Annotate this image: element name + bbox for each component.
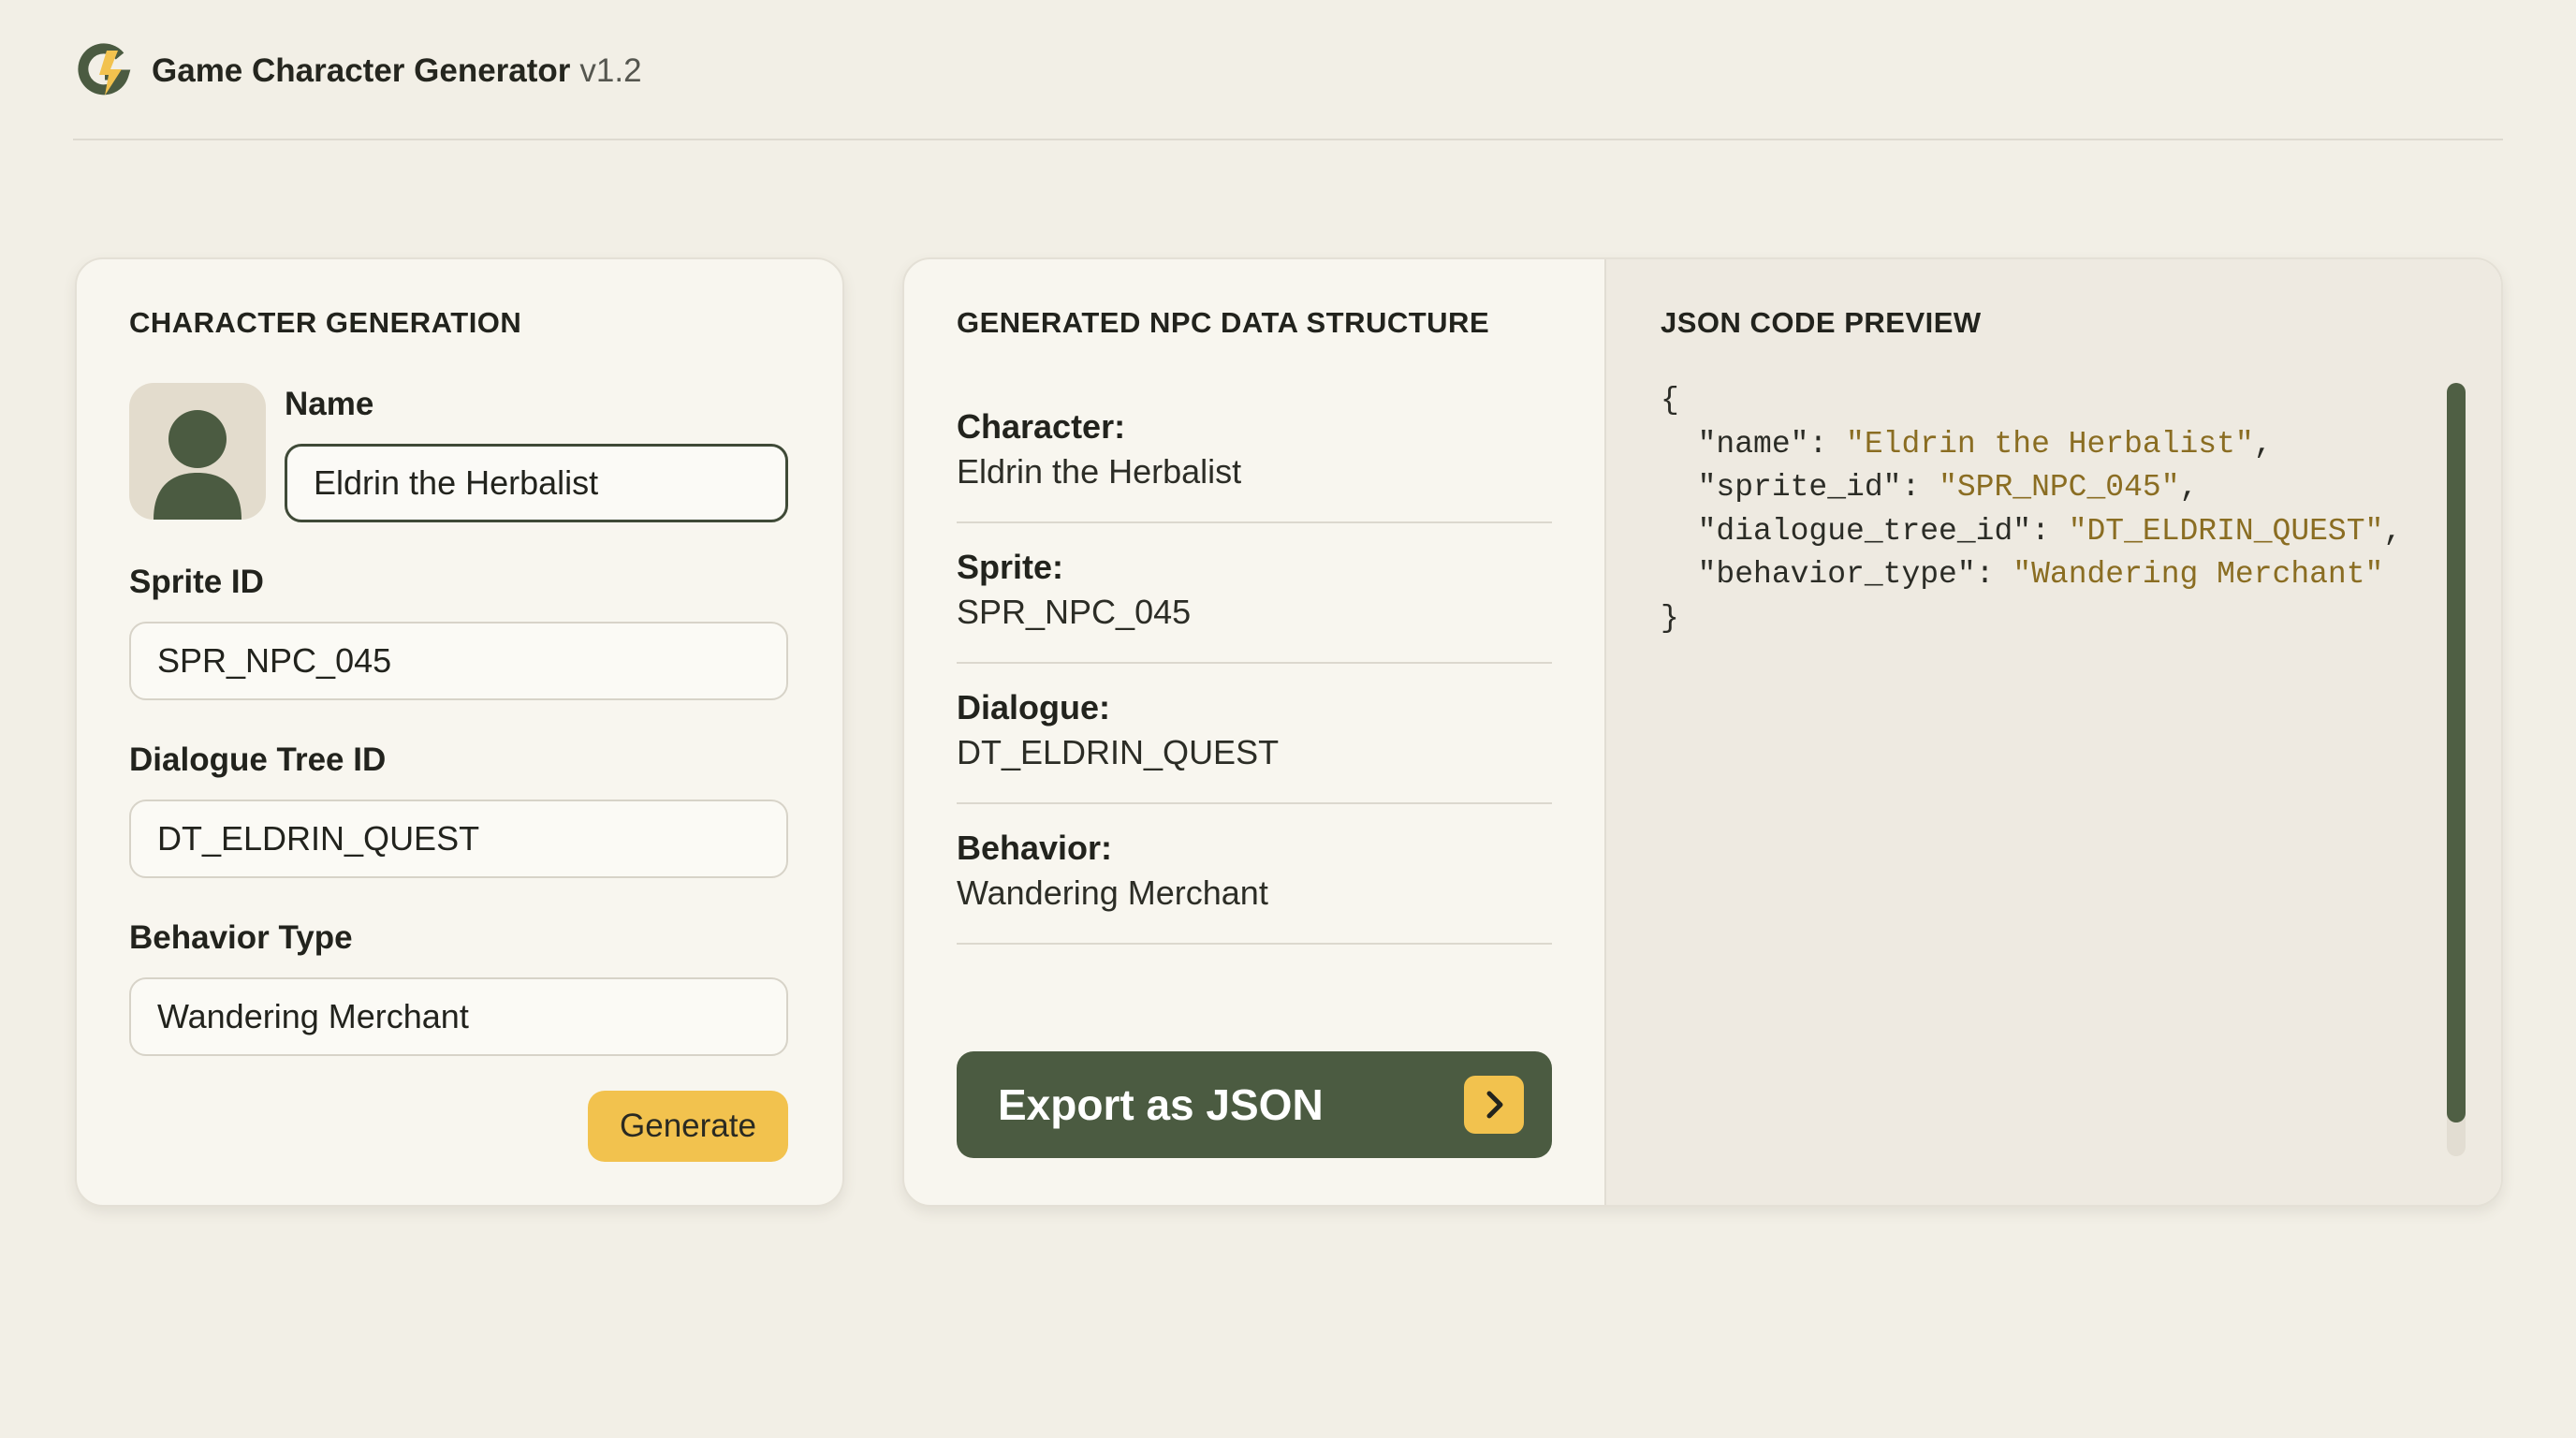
- section-title-json-preview: JSON CODE PREVIEW: [1661, 306, 1982, 339]
- code-scrollbar[interactable]: [2447, 383, 2466, 1156]
- g-logo-icon: [78, 43, 131, 95]
- behavior-type-input[interactable]: [129, 977, 788, 1056]
- export-json-button[interactable]: Export as JSON: [957, 1051, 1552, 1158]
- code-key: "dialogue_tree_id": [1697, 513, 2032, 549]
- npc-item-behavior: Behavior: Wandering Merchant: [957, 802, 1552, 945]
- npc-item-sprite: Sprite: SPR_NPC_045: [957, 521, 1552, 664]
- json-code-block: { "name": "Eldrin the Herbalist", "sprit…: [1661, 383, 2403, 636]
- npc-value: DT_ELDRIN_QUEST: [957, 733, 1280, 771]
- code-string: "SPR_NPC_045": [1939, 470, 2180, 505]
- app-title: Game Character Generator: [152, 52, 571, 89]
- name-label: Name: [285, 386, 374, 422]
- code-string: "Wandering Merchant": [2012, 557, 2384, 592]
- chevron-right-icon: [1464, 1076, 1524, 1134]
- npc-item-dialogue: Dialogue: DT_ELDRIN_QUEST: [957, 662, 1552, 804]
- sprite-id-label: Sprite ID: [129, 564, 264, 600]
- npc-key: Sprite:: [957, 548, 1064, 586]
- name-input[interactable]: [285, 444, 788, 522]
- npc-item-character: Character: Eldrin the Herbalist: [957, 381, 1552, 523]
- person-silhouette-icon: [154, 410, 242, 520]
- character-generation-panel: CHARACTER GENERATION Name Sprite ID Dial…: [75, 257, 844, 1207]
- section-title-character-generation: CHARACTER GENERATION: [129, 306, 522, 339]
- scrollbar-thumb[interactable]: [2447, 383, 2466, 1123]
- code-key: "behavior_type": [1697, 557, 1976, 592]
- section-title-npc-data: GENERATED NPC DATA STRUCTURE: [957, 306, 1490, 339]
- npc-value: Eldrin the Herbalist: [957, 452, 1242, 491]
- code-string: "Eldrin the Herbalist": [1846, 426, 2254, 462]
- code-brace: }: [1661, 600, 1679, 636]
- npc-key: Dialogue:: [957, 688, 1111, 726]
- dialogue-tree-id-label: Dialogue Tree ID: [129, 741, 387, 778]
- dialogue-tree-id-input[interactable]: [129, 800, 788, 878]
- generate-button[interactable]: Generate: [588, 1091, 788, 1162]
- behavior-type-label: Behavior Type: [129, 919, 353, 956]
- npc-value: Wandering Merchant: [957, 873, 1268, 912]
- code-string: "DT_ELDRIN_QUEST": [2068, 513, 2384, 549]
- npc-value: SPR_NPC_045: [957, 593, 1192, 631]
- code-brace: {: [1661, 383, 1679, 418]
- output-panel: GENERATED NPC DATA STRUCTURE Character: …: [902, 257, 2503, 1207]
- app-version: v1.2: [579, 52, 642, 89]
- export-button-label: Export as JSON: [998, 1080, 1324, 1129]
- npc-data-section: GENERATED NPC DATA STRUCTURE Character: …: [904, 259, 1604, 1205]
- code-key: "sprite_id": [1697, 470, 1902, 505]
- avatar: [129, 383, 266, 520]
- sprite-id-input[interactable]: [129, 622, 788, 700]
- code-key: "name": [1697, 426, 1809, 462]
- app-header: Game Character Generator v1.2: [73, 37, 2503, 140]
- npc-key: Behavior:: [957, 829, 1113, 867]
- json-preview-section: JSON CODE PREVIEW { "name": "Eldrin the …: [1604, 259, 2501, 1205]
- npc-key: Character:: [957, 407, 1126, 446]
